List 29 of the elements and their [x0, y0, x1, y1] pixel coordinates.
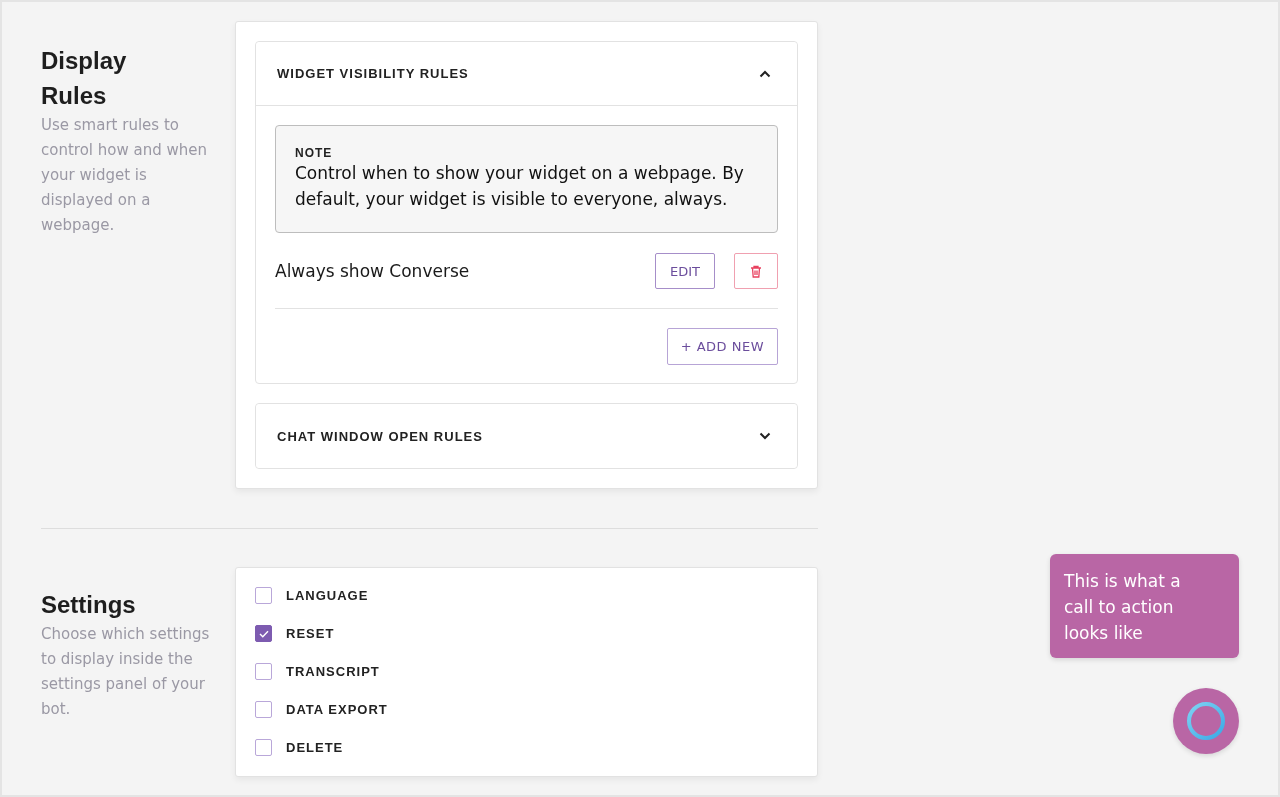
- delete-button[interactable]: [734, 253, 778, 289]
- checkbox-label: DELETE: [286, 740, 344, 755]
- checkbox-label: RESET: [286, 626, 335, 641]
- edit-button[interactable]: EDIT: [655, 253, 715, 289]
- section-title: Settings: [41, 590, 137, 620]
- ring-icon: [1186, 701, 1226, 741]
- checkbox[interactable]: [255, 739, 272, 756]
- section-description: Choose which settings to display inside the settings panel of your bot.: [41, 624, 211, 720]
- note-label: NOTE: [295, 146, 334, 160]
- checkbox[interactable]: [255, 625, 272, 642]
- chat-launcher-button[interactable]: [1173, 688, 1239, 754]
- checkbox[interactable]: [255, 701, 272, 718]
- checkbox-label: TRANSCRIPT: [286, 664, 380, 679]
- accordion-header[interactable]: CHAT WINDOW OPEN RULES: [256, 404, 797, 468]
- note-text: Control when to show your widget on a webpage. By default, your widget is visible to everyone, always.: [295, 162, 745, 211]
- checkbox[interactable]: [255, 663, 272, 680]
- section-title: Display Rules: [41, 46, 128, 111]
- add-new-button[interactable]: + ADD NEW: [666, 328, 778, 365]
- section-description: Use smart rules to control how and when your widget is displayed on a webpage.: [41, 115, 208, 236]
- chevron-up-icon: [759, 69, 771, 78]
- checkbox[interactable]: [255, 587, 272, 604]
- checkmark-icon: [258, 629, 269, 638]
- checkbox-label: DATA EXPORT: [286, 702, 388, 717]
- call-to-action-bubble: This is what a call to action looks like: [1050, 554, 1239, 658]
- checkbox-label: LANGUAGE: [286, 588, 369, 603]
- accordion-header[interactable]: WIDGET VISIBILITY RULES: [256, 42, 797, 106]
- rule-name: Always show Converse: [275, 261, 471, 281]
- chevron-down-icon: [759, 432, 771, 440]
- trash-icon: [750, 264, 762, 278]
